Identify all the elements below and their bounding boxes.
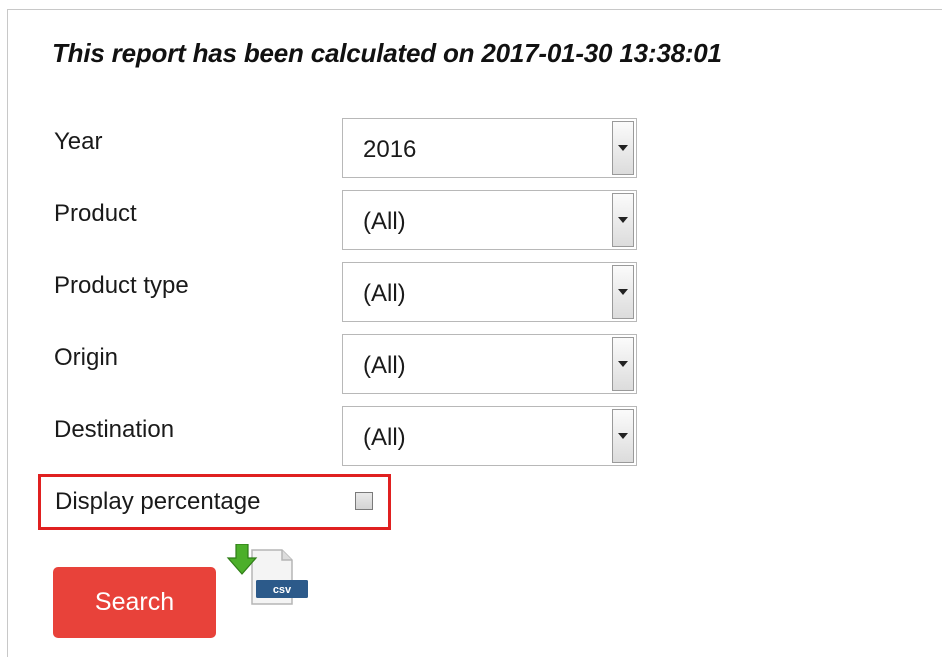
- chevron-down-icon[interactable]: [612, 409, 634, 463]
- product-select-value: (All): [363, 208, 406, 235]
- chevron-down-icon[interactable]: [612, 193, 634, 247]
- search-button[interactable]: Search: [53, 567, 216, 638]
- year-select[interactable]: 2016: [342, 118, 637, 178]
- report-title: This report has been calculated on 2017-…: [52, 38, 722, 68]
- filter-label-origin: Origin: [54, 344, 119, 371]
- destination-select-value: (All): [363, 424, 406, 451]
- report-panel: [7, 9, 942, 657]
- origin-select[interactable]: (All): [342, 334, 637, 394]
- filter-label-product-type: Product type: [54, 272, 189, 299]
- display-percentage-checkbox[interactable]: [355, 492, 373, 510]
- chevron-down-icon[interactable]: [612, 265, 634, 319]
- csv-download-icon[interactable]: csv: [226, 544, 310, 614]
- product-type-select-value: (All): [363, 280, 406, 307]
- year-select-value: 2016: [363, 136, 417, 163]
- product-select[interactable]: (All): [342, 190, 637, 250]
- destination-select[interactable]: (All): [342, 406, 637, 466]
- csv-badge-text: csv: [273, 584, 292, 596]
- filter-label-year: Year: [54, 128, 103, 155]
- display-percentage-label: Display percentage: [55, 488, 261, 515]
- origin-select-value: (All): [363, 352, 406, 379]
- chevron-down-icon[interactable]: [612, 337, 634, 391]
- product-type-select[interactable]: (All): [342, 262, 637, 322]
- filter-label-destination: Destination: [54, 416, 175, 443]
- display-percentage-highlight: Display percentage: [38, 474, 391, 530]
- chevron-down-icon[interactable]: [612, 121, 634, 175]
- filter-label-product: Product: [54, 200, 137, 227]
